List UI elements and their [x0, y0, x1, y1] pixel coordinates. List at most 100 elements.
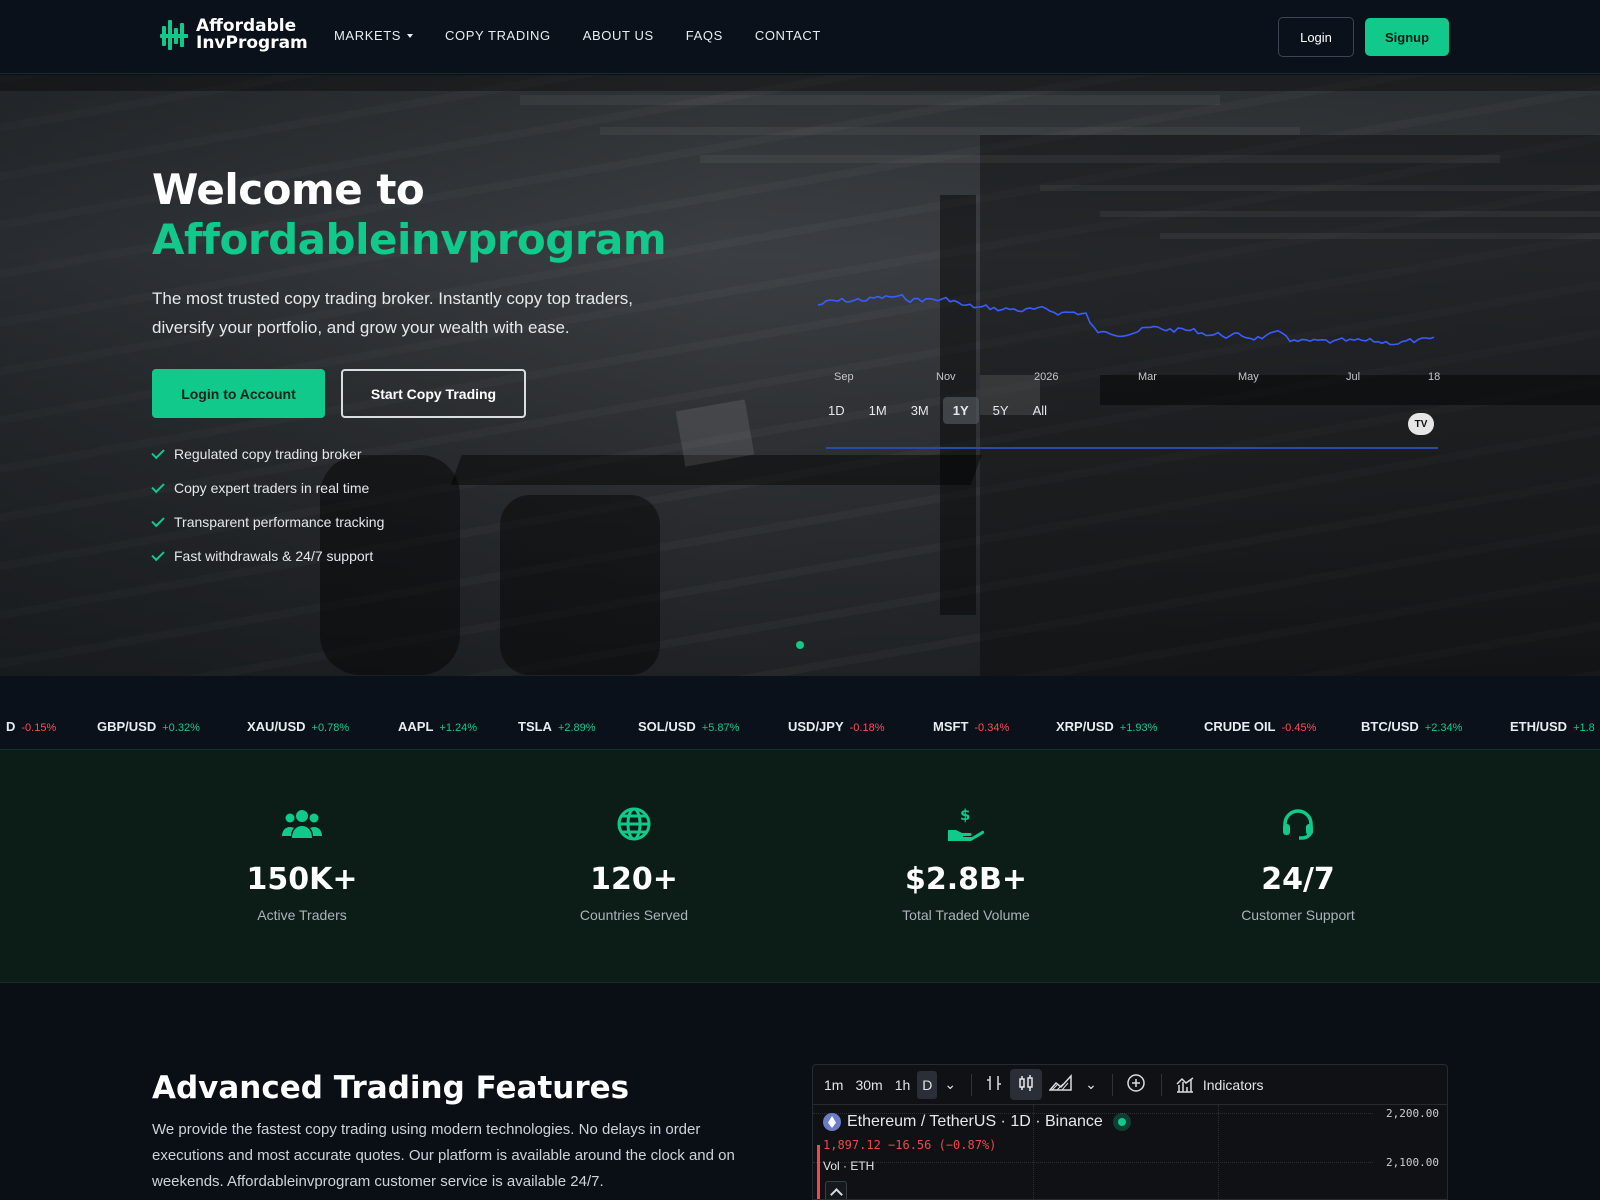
ticker-item[interactable]: XRP/USD +1.93% — [1056, 719, 1157, 734]
ticker-change: +1.93% — [1119, 722, 1158, 734]
check-icon — [151, 547, 165, 562]
month-label: Jul — [1346, 371, 1361, 383]
logo[interactable]: Affordable InvProgram — [160, 18, 308, 52]
mini-chart-divider — [826, 447, 1438, 449]
stat-volume: $ $2.8B+ Total Traded Volume — [846, 806, 1086, 923]
headset-icon — [1178, 806, 1418, 842]
nav-markets[interactable]: MARKETS — [334, 28, 414, 43]
ticker-symbol: GBP/USD — [97, 719, 157, 734]
stat-countries: 120+ Countries Served — [514, 806, 754, 923]
ticker-symbol: XAU/USD — [247, 719, 306, 734]
ticker-change: +1.24% — [439, 722, 478, 734]
list-item: Copy expert traders in real time — [151, 471, 384, 505]
chart-symbol-label: Ethereum / TetherUS · 1D · Binance — [847, 1113, 1103, 1130]
stat-label: Countries Served — [579, 907, 689, 923]
month-label: 18 — [1428, 371, 1441, 383]
interval-d[interactable]: D — [917, 1070, 938, 1099]
range-1y[interactable]: 1Y — [942, 397, 979, 424]
mini-chart-time-axis: Sep Nov 2026 Mar May Jul 18 — [818, 371, 1442, 387]
bar-chart-type-icon[interactable] — [980, 1068, 1008, 1101]
nav-about-us[interactable]: ABOUT US — [583, 28, 654, 43]
month-label: Mar — [1138, 371, 1157, 383]
ticker-item[interactable]: D -0.15% — [6, 719, 56, 734]
price-ticker: D -0.15% GBP/USD +0.32% XAU/USD +0.78% AAPL +1.… — [0, 676, 1600, 750]
ticker-change: +5.87% — [701, 722, 740, 734]
candles-chart-type-icon[interactable] — [1010, 1069, 1043, 1100]
range-5y[interactable]: 5Y — [983, 397, 1019, 424]
ticker-item[interactable]: GBP/USD +0.32% — [97, 719, 200, 734]
range-all[interactable]: All — [1023, 397, 1057, 424]
start-copy-trading-button[interactable]: Start Copy Trading — [341, 369, 526, 418]
ticker-item[interactable]: USD/JPY -0.18% — [788, 719, 885, 734]
nav-markets-label: MARKETS — [334, 28, 402, 43]
feature-text: Fast withdrawals & 24/7 support — [174, 548, 374, 564]
stat-label: Customer Support — [1241, 907, 1355, 923]
area-chart-type-icon[interactable] — [1044, 1068, 1078, 1101]
ticker-symbol: USD/JPY — [788, 719, 844, 734]
price-axis-label: 2,100.00 — [1386, 1156, 1439, 1169]
login-button[interactable]: Login — [1278, 17, 1354, 57]
stat-label: Total Traded Volume — [902, 907, 1030, 923]
ticker-symbol: TSLA — [518, 719, 552, 734]
hero-title: Welcome to Affordableinvprogram — [152, 165, 667, 265]
nav-faqs[interactable]: FAQS — [686, 28, 723, 43]
ticker-symbol: D — [6, 719, 16, 734]
indicators-button[interactable]: Indicators — [1170, 1070, 1269, 1100]
ticker-item[interactable]: CRUDE OIL -0.45% — [1204, 719, 1316, 734]
list-item: Regulated copy trading broker — [151, 437, 384, 471]
chart-type-dropdown-chevron-icon[interactable]: ⌄ — [1080, 1070, 1102, 1099]
month-label: Sep — [834, 371, 854, 383]
interval-30m[interactable]: 30m — [850, 1071, 887, 1099]
volume-label: Vol · ETH — [823, 1159, 875, 1173]
nav-contact[interactable]: CONTACT — [755, 28, 821, 43]
ticker-change: -0.34% — [974, 722, 1010, 734]
ticker-item[interactable]: TSLA +2.89% — [518, 719, 596, 734]
ticker-item[interactable]: AAPL +1.24% — [398, 719, 477, 734]
interval-1h[interactable]: 1h — [890, 1071, 916, 1099]
chevron-down-icon — [407, 33, 414, 38]
check-icon — [151, 445, 165, 460]
ticker-item[interactable]: BTC/USD +2.34% — [1361, 719, 1462, 734]
login-to-account-button[interactable]: Login to Account — [152, 369, 325, 418]
check-icon — [151, 479, 165, 494]
ticker-item[interactable]: MSFT -0.34% — [933, 719, 1009, 734]
collapse-legend-chevron-up-icon[interactable] — [825, 1181, 847, 1199]
chart-pane[interactable]: Ethereum / TetherUS · 1D · Binance 1,897… — [813, 1105, 1447, 1199]
ticker-item[interactable]: XAU/USD +0.78% — [247, 719, 349, 734]
ticker-change: +2.89% — [557, 722, 596, 734]
range-1d[interactable]: 1D — [818, 397, 855, 424]
feature-text: Copy expert traders in real time — [174, 480, 370, 496]
month-label: Nov — [936, 371, 956, 383]
ticker-item[interactable]: SOL/USD +5.87% — [638, 719, 739, 734]
stat-value: $2.8B+ — [904, 862, 1028, 897]
interval-dropdown-chevron-icon[interactable]: ⌄ — [939, 1070, 961, 1099]
stat-value: 24/7 — [1261, 862, 1335, 897]
hero-mini-chart: Sep Nov 2026 Mar May Jul 18 1D 1M 3M 1Y … — [818, 285, 1442, 525]
carousel-dot[interactable] — [796, 641, 804, 649]
chart-symbol[interactable]: Ethereum / TetherUS · 1D · Binance — [823, 1113, 1131, 1131]
ticker-item[interactable]: ETH/USD +1.8 — [1510, 719, 1595, 734]
ethereum-icon — [823, 1113, 841, 1131]
stat-value: 150K+ — [246, 862, 358, 897]
range-3m[interactable]: 3M — [901, 397, 939, 424]
logo-line2: InvProgram — [196, 33, 308, 53]
add-plus-icon[interactable] — [1121, 1067, 1151, 1102]
list-item: Fast withdrawals & 24/7 support — [151, 539, 384, 573]
interval-1m[interactable]: 1m — [819, 1071, 848, 1099]
ticker-change: -0.45% — [1281, 722, 1317, 734]
globe-icon — [514, 806, 754, 842]
range-selector: 1D 1M 3M 1Y 5Y All — [818, 397, 1061, 424]
money-hand-icon: $ — [846, 806, 1086, 842]
toolbar-divider — [1160, 1073, 1162, 1096]
price-axis-label: 2,200.00 — [1386, 1107, 1439, 1120]
hero-lead: The most trusted copy trading broker. In… — [152, 289, 633, 337]
hero-section: Welcome to Affordableinvprogram The most… — [0, 75, 1600, 676]
signup-button[interactable]: Signup — [1365, 18, 1449, 56]
tradingview-logo-icon[interactable]: TV — [1408, 413, 1434, 435]
hero-title-brand: Affordableinvprogram — [152, 215, 667, 264]
ticker-change: +1.8 — [1573, 722, 1595, 734]
nav-copy-trading[interactable]: COPY TRADING — [445, 28, 551, 43]
feature-text: Transparent performance tracking — [174, 514, 385, 530]
range-1m[interactable]: 1M — [859, 397, 897, 424]
indicators-icon — [1176, 1076, 1194, 1093]
